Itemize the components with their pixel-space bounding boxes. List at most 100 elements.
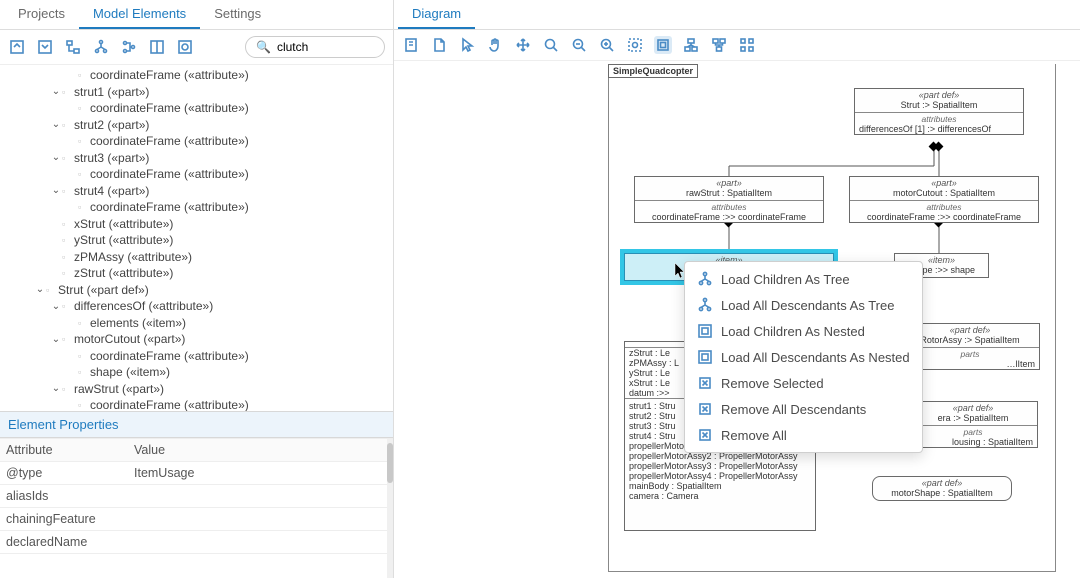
- tree-label: motorCutout («part»): [74, 332, 185, 346]
- tree-row[interactable]: ▫coordinateFrame («attribute»): [0, 397, 393, 411]
- context-menu-item[interactable]: Load Children As Nested: [685, 318, 922, 344]
- tree-label: strut2 («part»): [74, 118, 149, 132]
- props-val: [128, 531, 393, 554]
- move-icon[interactable]: [514, 36, 532, 54]
- tree-row[interactable]: ⌄▫strut2 («part»): [0, 117, 393, 134]
- nested-icon: [697, 323, 713, 339]
- tree-toggle-icon[interactable]: ⌄: [50, 152, 62, 163]
- tree-bullet-icon: ▫: [62, 87, 72, 97]
- tree-label: rawStrut («part»): [74, 382, 164, 396]
- select-branch-icon[interactable]: [710, 36, 728, 54]
- tab-projects[interactable]: Projects: [4, 0, 79, 29]
- select-node-icon[interactable]: [682, 36, 700, 54]
- tree-icon: [697, 297, 713, 313]
- tree-row[interactable]: ⌄▫strut1 («part»): [0, 84, 393, 101]
- tree-label: coordinateFrame («attribute»): [90, 398, 249, 411]
- tree-toggle-icon[interactable]: ⌄: [50, 185, 62, 196]
- tree-row[interactable]: ⌄▫differencesOf («attribute»): [0, 298, 393, 315]
- tree-row[interactable]: ▫coordinateFrame («attribute»): [0, 67, 393, 84]
- tree-row[interactable]: ⌄▫strut3 («part»): [0, 150, 393, 167]
- tree-bullet-icon: ▫: [78, 318, 88, 328]
- tree-row[interactable]: ▫coordinateFrame («attribute»): [0, 348, 393, 365]
- tree-row[interactable]: ▫coordinateFrame («attribute»): [0, 100, 393, 117]
- tree-row[interactable]: ⌄▫Strut («part def»): [0, 282, 393, 299]
- context-menu-item[interactable]: Load All Descendants As Nested: [685, 344, 922, 370]
- tree-row[interactable]: ⌄▫strut4 («part»): [0, 183, 393, 200]
- diagram-canvas[interactable]: SimpleQuadcopter: [394, 61, 1080, 578]
- props-scrollbar[interactable]: [387, 439, 393, 578]
- tree-row[interactable]: ▫elements («item»): [0, 315, 393, 332]
- tree-row[interactable]: ⌄▫rawStrut («part»): [0, 381, 393, 398]
- props-row[interactable]: aliasIds: [0, 485, 393, 508]
- context-menu-item[interactable]: Load Children As Tree: [685, 266, 922, 292]
- context-menu-item[interactable]: Remove All Descendants: [685, 396, 922, 422]
- tab-settings[interactable]: Settings: [200, 0, 275, 29]
- expand-icon[interactable]: [8, 38, 26, 56]
- page-icon[interactable]: [430, 36, 448, 54]
- tree-bullet-icon: ▫: [62, 120, 72, 130]
- tree-nested-icon[interactable]: [120, 38, 138, 56]
- cursor-icon[interactable]: [458, 36, 476, 54]
- tree-row[interactable]: ▫coordinateFrame («attribute»): [0, 166, 393, 183]
- props-attr: @type: [0, 462, 128, 485]
- props-row[interactable]: declaredName: [0, 531, 393, 554]
- context-menu-item[interactable]: Remove All: [685, 422, 922, 448]
- tab-model-elements[interactable]: Model Elements: [79, 0, 200, 29]
- context-menu: Load Children As TreeLoad All Descendant…: [684, 261, 923, 453]
- node-motorshape[interactable]: «part def» motorShape : SpatialItem: [872, 476, 1012, 501]
- tree-row[interactable]: ▫coordinateFrame («attribute»): [0, 199, 393, 216]
- tree-bullet-icon: ▫: [62, 384, 72, 394]
- props-attr: aliasIds: [0, 485, 128, 508]
- context-menu-item[interactable]: Load All Descendants As Tree: [685, 292, 922, 318]
- context-menu-label: Remove Selected: [721, 376, 824, 391]
- zoom-in-icon[interactable]: [598, 36, 616, 54]
- props-row[interactable]: chainingFeature: [0, 508, 393, 531]
- tree-bullet-icon: ▫: [78, 136, 88, 146]
- search-icon: 🔍: [256, 40, 271, 54]
- fit-icon[interactable]: [626, 36, 644, 54]
- layout-icon[interactable]: [148, 38, 166, 56]
- tree-bullet-icon: ▫: [78, 351, 88, 361]
- props-row[interactable]: @typeItemUsage: [0, 462, 393, 485]
- collapse-icon[interactable]: [36, 38, 54, 56]
- view-icon[interactable]: [176, 38, 194, 56]
- tab-diagram[interactable]: Diagram: [398, 0, 475, 29]
- tree-toggle-icon[interactable]: ⌄: [50, 301, 62, 312]
- tree-bullet-icon: ▫: [78, 103, 88, 113]
- tree-toggle-icon[interactable]: ⌄: [50, 383, 62, 394]
- tree-bullet-icon: ▫: [62, 153, 72, 163]
- tree-icon: [697, 271, 713, 287]
- props-attr: chainingFeature: [0, 508, 128, 531]
- tree-bullet-icon: ▫: [62, 219, 72, 229]
- search-input[interactable]: [275, 39, 374, 55]
- tree-row[interactable]: ▫shape («item»): [0, 364, 393, 381]
- tree-add-icon[interactable]: [64, 38, 82, 56]
- new-icon[interactable]: [402, 36, 420, 54]
- select-all-icon[interactable]: [738, 36, 756, 54]
- tree-toggle-icon[interactable]: ⌄: [34, 284, 46, 295]
- context-menu-item[interactable]: Remove Selected: [685, 370, 922, 396]
- tree-toggle-icon[interactable]: ⌄: [50, 334, 62, 345]
- tree-row[interactable]: ⌄▫motorCutout («part»): [0, 331, 393, 348]
- tree-row[interactable]: ▫coordinateFrame («attribute»): [0, 133, 393, 150]
- hand-icon[interactable]: [486, 36, 504, 54]
- tree-row[interactable]: ▫yStrut («attribute»): [0, 232, 393, 249]
- left-tabs: Projects Model Elements Settings: [0, 0, 393, 30]
- remove-icon: [697, 427, 713, 443]
- tree-row[interactable]: ▫zStrut («attribute»): [0, 265, 393, 282]
- tree-toggle-icon[interactable]: ⌄: [50, 86, 62, 97]
- zoom-out-icon[interactable]: [570, 36, 588, 54]
- node-camera[interactable]: «part def» era :> SpatialItem parts lous…: [908, 401, 1038, 448]
- tree-toggle-icon[interactable]: ⌄: [50, 119, 62, 130]
- node-strut[interactable]: «part def» Strut :> SpatialItem attribut…: [854, 88, 1024, 135]
- node-motorcutout[interactable]: «part» motorCutout : SpatialItem attribu…: [849, 176, 1039, 223]
- zoom-reset-icon[interactable]: [542, 36, 560, 54]
- tree-bullet-icon: ▫: [62, 186, 72, 196]
- tree-row[interactable]: ▫zPMAssy («attribute»): [0, 249, 393, 266]
- tree-bullet-icon: ▫: [78, 169, 88, 179]
- highlight-icon[interactable]: [654, 36, 672, 54]
- node-rawstrut[interactable]: «part» rawStrut : SpatialItem attributes…: [634, 176, 824, 223]
- tree-row[interactable]: ▫xStrut («attribute»): [0, 216, 393, 233]
- tree-hierarchy-icon[interactable]: [92, 38, 110, 56]
- tree-label: coordinateFrame («attribute»): [90, 101, 249, 115]
